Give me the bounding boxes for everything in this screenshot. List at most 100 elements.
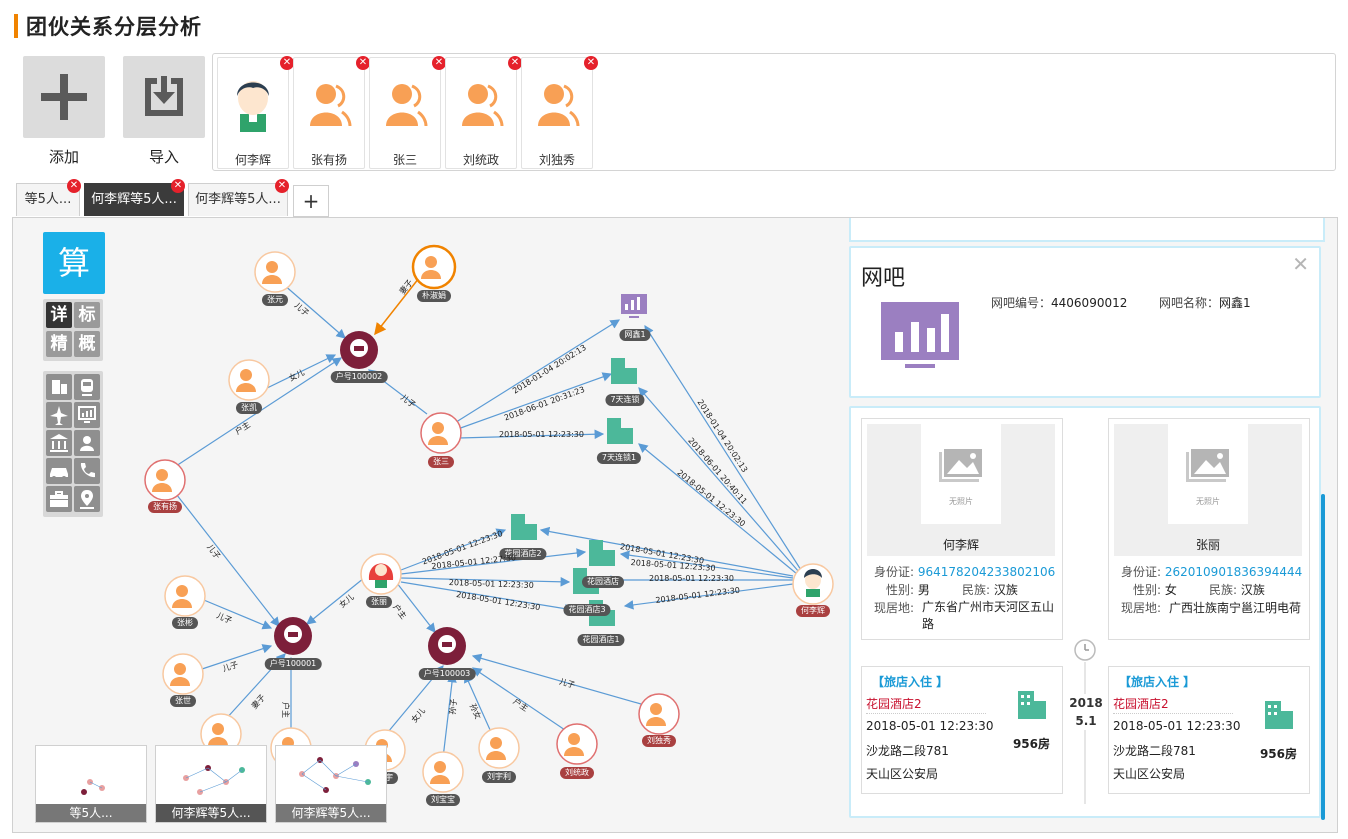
remove-person-icon[interactable]: ✕ (432, 56, 446, 70)
hotel-node[interactable] (611, 358, 637, 384)
node-label: 张元 (262, 294, 288, 306)
add-tab-button[interactable]: + (293, 185, 329, 217)
no-photo-icon: 无照片 (1168, 424, 1248, 524)
node-label: 张凯 (236, 402, 262, 414)
hotel-stay-card[interactable]: 【旅店入住 】 花园酒店2 2018-05-01 12:23:30 沙龙路二段7… (861, 666, 1063, 794)
page-title-wrap: 团伙关系分层分析 (14, 12, 202, 40)
node-label: 户号100002 (330, 371, 388, 383)
close-icon[interactable]: ✕ (1292, 252, 1309, 276)
person-card[interactable]: 张有扬 ✕ (293, 56, 370, 169)
addr-label: 现居地: (874, 601, 915, 615)
person-name: 张丽 (1195, 538, 1220, 552)
id-value[interactable]: 964178204233802106 (918, 565, 1055, 579)
stay-police: 天山区公安局 (1113, 767, 1186, 781)
ethnic-value: 汉族 (993, 583, 1018, 597)
person-node[interactable] (164, 575, 206, 617)
close-tab-icon[interactable]: ✕ (171, 179, 185, 193)
id-value[interactable]: 262010901836394444 (1165, 565, 1302, 579)
node-label: 刘宇利 (482, 771, 516, 783)
person-node[interactable] (254, 251, 296, 293)
tab-label: 何李辉等5人... (195, 192, 281, 207)
ethnic-label: 民族: (962, 583, 991, 597)
add-button[interactable]: 添加 (23, 56, 105, 167)
graph-canvas[interactable]: 算 详 标 精 概 张元 朴淑娟 张凯 户号100002 网鑫1 7天连锁 7天… (12, 217, 1338, 833)
detail-panel-top (849, 218, 1325, 242)
person-card[interactable]: 刘统政 ✕ (445, 56, 522, 169)
person-node[interactable] (556, 723, 598, 765)
ethnic-label: 民族: (1209, 583, 1238, 597)
gender-row: 性别: 女 (1133, 581, 1177, 598)
node-label: 7天连锁 (605, 394, 645, 406)
node-label: 7天连锁1 (596, 452, 642, 464)
detail-scrollbar[interactable] (1321, 494, 1325, 820)
household-node[interactable] (274, 617, 312, 655)
person-card[interactable]: 何李辉 ✕ (217, 56, 294, 169)
person-avatar-icon (310, 84, 352, 127)
thumbnail-card[interactable]: 何李辉等5人... (155, 745, 267, 823)
remove-person-icon[interactable]: ✕ (280, 56, 294, 70)
stay-hotel: 花园酒店2 (866, 697, 922, 711)
divider (866, 713, 986, 714)
person-node[interactable] (162, 653, 204, 695)
household-node[interactable] (340, 331, 378, 369)
import-button[interactable]: 导入 (123, 56, 205, 167)
node-label: 刘宝宝 (426, 794, 460, 806)
node-label: 网鑫1 (619, 329, 651, 341)
add-label: 添加 (48, 148, 79, 166)
person-detail: 无照片 何李辉 身份证: 964178204233802106 性别: 男 民族… (861, 418, 1063, 640)
person-node[interactable] (478, 727, 520, 769)
person-node[interactable] (228, 359, 270, 401)
remove-person-icon[interactable]: ✕ (584, 56, 598, 70)
addr-value: 广西壮族南宁邕江明电荷 (1169, 601, 1302, 615)
female-person-node[interactable] (360, 553, 402, 595)
remove-person-icon[interactable]: ✕ (508, 56, 522, 70)
no-photo-label: 无照片 (1196, 497, 1220, 506)
title-accent-bar (14, 14, 18, 38)
close-tab-icon[interactable]: ✕ (275, 179, 289, 193)
hotel-stay-card[interactable]: 【旅店入住 】 花园酒店2 2018-05-01 12:23:30 沙龙路二段7… (1108, 666, 1310, 794)
person-node[interactable] (144, 459, 186, 501)
person-name: 何李辉 (942, 538, 979, 552)
timeline-date: 2018 5.1 (1066, 694, 1106, 730)
id-row: 身份证: 262010901836394444 (1121, 563, 1302, 580)
person-card[interactable]: 刘独秀 ✕ (521, 56, 598, 169)
thumbnail-card[interactable]: 何李辉等5人... (275, 745, 387, 823)
person-card[interactable]: 张三 ✕ (369, 56, 446, 169)
remove-person-icon[interactable]: ✕ (356, 56, 370, 70)
gender-value: 女 (1164, 583, 1177, 597)
stay-address: 沙龙路二段781 (866, 744, 949, 758)
stay-hotel: 花园酒店2 (1113, 697, 1169, 711)
hotel-node[interactable] (607, 418, 633, 444)
thumbnail-card[interactable]: 等5人... (35, 745, 147, 823)
selected-people-panel: 何李辉 ✕ 张有扬 ✕ 张三 ✕ 刘统政 ✕ 刘独秀 ✕ (212, 53, 1336, 171)
addr-label: 现居地: (1121, 601, 1162, 615)
hotel-icon (1265, 701, 1293, 729)
hotel-node[interactable] (511, 514, 537, 540)
person-node-selected[interactable] (411, 244, 457, 290)
tab-2[interactable]: 何李辉等5人... (84, 183, 184, 216)
person-node[interactable] (422, 751, 464, 793)
node-label: 花园酒店1 (577, 634, 625, 646)
ethnic-row: 民族: 汉族 (962, 581, 1018, 598)
node-label: 朴淑娟 (417, 290, 451, 302)
household-node[interactable] (428, 627, 466, 665)
tab-label: 何李辉等5人... (91, 192, 177, 207)
node-label: 户号100001 (264, 658, 322, 670)
node-label: 刘统政 (560, 767, 594, 779)
hotel-node[interactable] (589, 540, 615, 566)
tab-label: 等5人... (24, 192, 72, 207)
netbar-icon (881, 302, 959, 368)
thumbnail-preview (81, 779, 105, 795)
netbar-node[interactable] (621, 294, 647, 318)
tab-3[interactable]: 何李辉等5人... (188, 183, 288, 216)
person-avatar-icon (386, 84, 428, 127)
hotel-icon (1018, 691, 1046, 719)
edge-label: 2018-05-01 12:23:30 (499, 430, 584, 439)
node-label: 花园酒店 (582, 576, 624, 588)
person-node[interactable] (420, 412, 462, 454)
person-node[interactable] (638, 693, 680, 735)
close-tab-icon[interactable]: ✕ (67, 179, 81, 193)
stay-tag: 【旅店入住 】 (872, 675, 949, 689)
netbar-name: 网吧名称：网鑫1 (1159, 294, 1251, 311)
male-person-node[interactable] (792, 563, 834, 605)
